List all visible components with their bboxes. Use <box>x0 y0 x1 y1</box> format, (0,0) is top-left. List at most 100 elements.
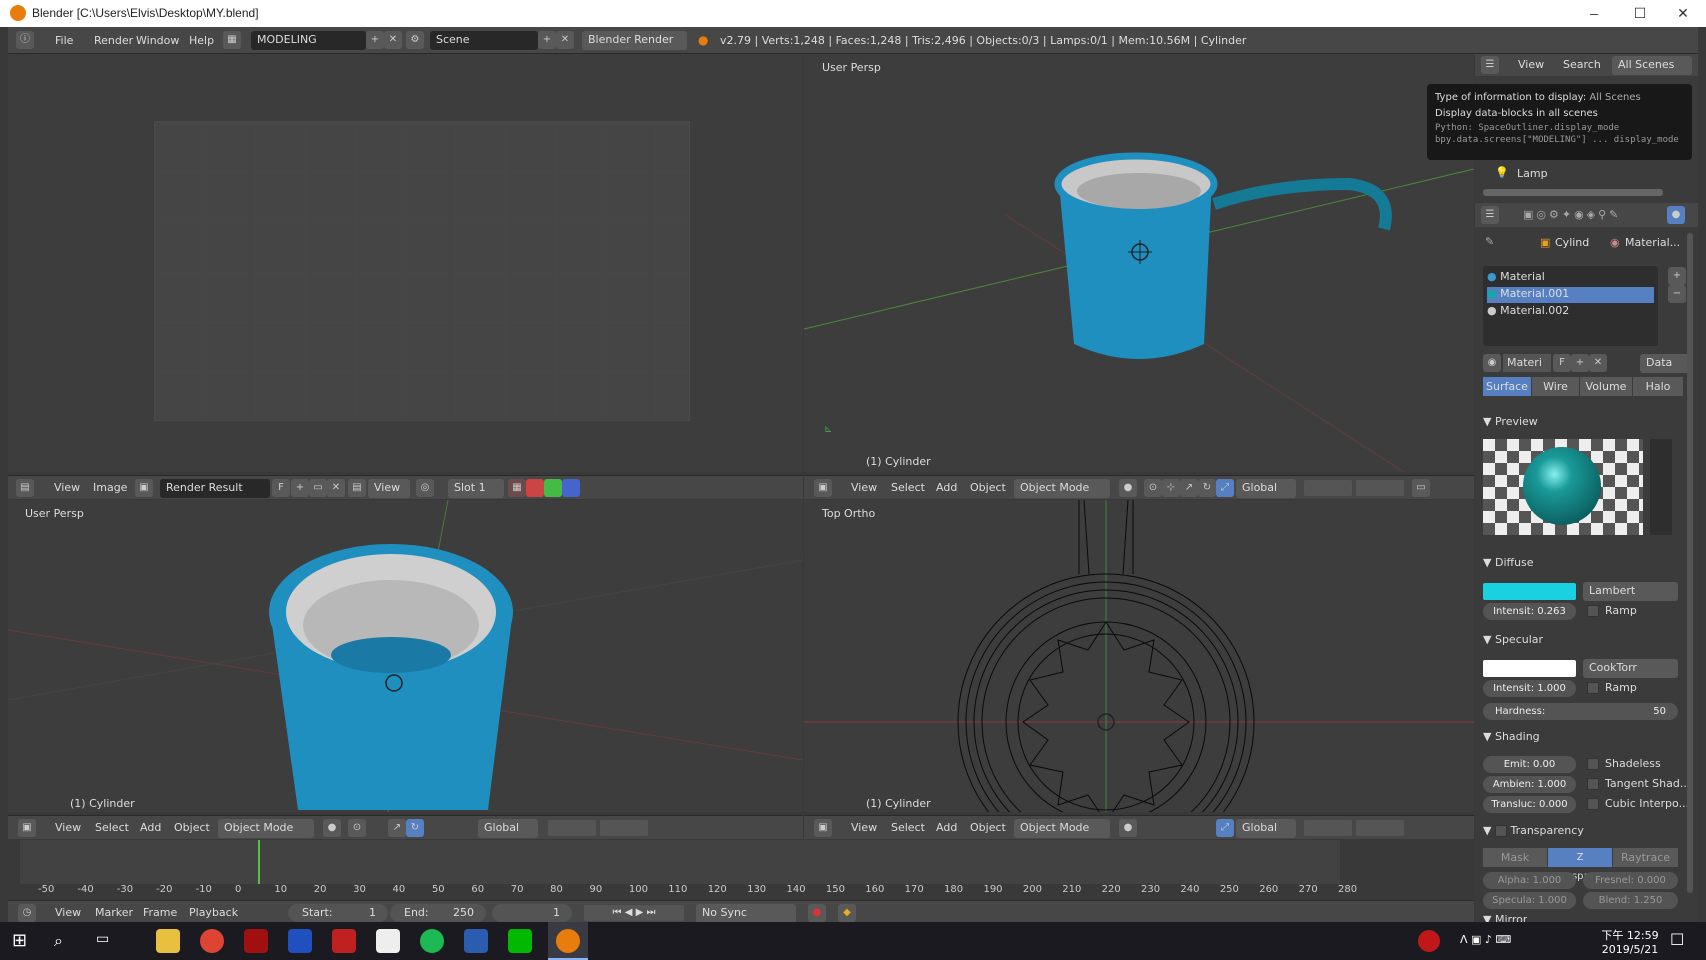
material-browse-icon[interactable]: ◉ <box>1483 354 1501 372</box>
specular-section-header[interactable]: ▼ Specular <box>1483 633 1543 646</box>
mode-select[interactable]: Object Mode <box>218 819 314 838</box>
app-icon[interactable] <box>464 929 488 953</box>
properties-scrollbar[interactable] <box>1687 233 1693 893</box>
layers-grid-2[interactable] <box>600 820 648 836</box>
view-select[interactable]: View <box>368 479 410 498</box>
scale-icon[interactable]: ⤢ <box>1216 819 1234 837</box>
specular-shader-select[interactable]: CookTorr <box>1583 659 1678 678</box>
pivot-icon[interactable]: ⊙ <box>348 819 366 837</box>
preview-type-buttons[interactable] <box>1650 439 1672 535</box>
tray-app-icon[interactable] <box>1418 930 1440 952</box>
menu-image[interactable]: Image <box>93 481 127 494</box>
mode-select[interactable]: Object Mode <box>1014 819 1110 838</box>
menu-window[interactable]: Window <box>136 34 179 47</box>
end-frame-field[interactable]: End: 250 <box>390 904 486 922</box>
shading-icon[interactable]: ● <box>323 819 341 837</box>
ambient-field[interactable]: Ambien: 1.000 <box>1483 776 1576 793</box>
specular-intensity-field[interactable]: Intensit: 1.000 <box>1483 680 1576 697</box>
menu-file[interactable]: File <box>55 34 73 47</box>
transparency-checkbox[interactable] <box>1494 825 1507 837</box>
editor-type-icon[interactable]: ☰ <box>1481 56 1499 74</box>
cubic-interpolation-checkbox[interactable] <box>1587 798 1599 810</box>
channel-green-icon[interactable] <box>544 479 562 497</box>
alpha-field[interactable]: Alpha: 1.000 <box>1483 872 1576 889</box>
line-icon[interactable] <box>508 929 532 953</box>
menu-object[interactable]: Object <box>970 821 1006 834</box>
menu-help[interactable]: Help <box>189 34 214 47</box>
mcafee-icon[interactable] <box>332 929 356 953</box>
chrome-icon[interactable] <box>200 929 224 953</box>
current-frame-marker[interactable] <box>258 840 260 884</box>
tab-mask[interactable]: Mask <box>1483 848 1547 867</box>
clock-date[interactable]: 2019/5/21 <box>1600 943 1660 956</box>
diffuse-shader-select[interactable]: Lambert <box>1583 582 1678 601</box>
viewport-bottom-left[interactable]: User Persp (1) Cylinder <box>8 500 803 812</box>
close-button[interactable]: ✕ <box>1660 0 1706 27</box>
record-icon[interactable]: ● <box>808 904 826 922</box>
tangent-shading-checkbox[interactable] <box>1587 778 1599 790</box>
manipulator-icon[interactable]: ⊹ <box>1162 479 1180 497</box>
channel-red-icon[interactable] <box>526 479 544 497</box>
add-slot-button[interactable]: + <box>1668 267 1686 285</box>
menu-view[interactable]: View <box>1518 58 1544 71</box>
blender-taskbar-button[interactable] <box>548 922 588 960</box>
sync-select[interactable]: No Sync <box>696 904 796 923</box>
menu-add[interactable]: Add <box>140 821 161 834</box>
start-frame-field[interactable]: Start: 1 <box>288 904 388 922</box>
properties-editor[interactable]: ☰ ▣◎⚙✦◉◈⚲✎ ● ✎ ▣ Cylind ◉ Material... ● … <box>1475 203 1698 922</box>
view-mode-icon[interactable]: ▤ <box>348 479 366 497</box>
fresnel-field[interactable]: Fresnel: 0.000 <box>1583 872 1678 889</box>
image-name-field[interactable]: Render Result <box>160 479 270 498</box>
spotify-icon[interactable] <box>420 929 444 953</box>
shading-section-header[interactable]: ▼ Shading <box>1483 730 1540 743</box>
rotate-icon[interactable]: ↻ <box>1198 479 1216 497</box>
menu-marker[interactable]: Marker <box>95 906 133 919</box>
outliner-scrollbar[interactable] <box>1483 189 1663 196</box>
menu-search[interactable]: Search <box>1563 58 1601 71</box>
menu-view[interactable]: View <box>55 906 81 919</box>
context-tabs[interactable]: ▣◎⚙✦◉◈⚲✎ <box>1523 208 1621 221</box>
material-tab-icon[interactable]: ● <box>1667 206 1685 224</box>
windows-start-icon[interactable]: ⊞ <box>12 930 27 951</box>
scene-field[interactable]: Scene <box>430 31 538 50</box>
diffuse-section-header[interactable]: ▼ Diffuse <box>1483 556 1534 569</box>
screen-layout-icon[interactable]: ▦ <box>223 31 241 49</box>
orientation-select[interactable]: Global <box>478 819 538 838</box>
remove-slot-button[interactable]: − <box>1668 285 1686 303</box>
mode-select[interactable]: Object Mode <box>1014 479 1110 498</box>
menu-render[interactable]: Render <box>94 34 133 47</box>
scale-icon[interactable]: ⤢ <box>1216 479 1234 497</box>
remove-layout-button[interactable]: ✕ <box>384 31 402 49</box>
pivot-icon[interactable]: ◎ <box>416 479 434 497</box>
new-image-button[interactable]: + <box>291 479 309 497</box>
translate-icon[interactable]: ↗ <box>1180 479 1198 497</box>
material-slots-list[interactable]: ● Material ● Material.001 ● Material.002 <box>1483 266 1658 346</box>
orientation-select[interactable]: Global <box>1236 479 1296 498</box>
specular-color-swatch[interactable] <box>1483 660 1576 677</box>
screen-layout-field[interactable]: MODELING <box>251 31 366 50</box>
blend-field[interactable]: Blend: 1.250 <box>1583 892 1678 909</box>
channel-rgba-icon[interactable]: ▦ <box>508 479 526 497</box>
menu-view[interactable]: View <box>851 481 877 494</box>
link-data-select[interactable]: Data <box>1640 354 1690 373</box>
menu-select[interactable]: Select <box>95 821 129 834</box>
render-engine-select[interactable]: Blender Render <box>582 31 687 50</box>
diffuse-color-swatch[interactable] <box>1483 583 1576 600</box>
editor-type-icon[interactable]: ▤ <box>16 479 34 497</box>
menu-select[interactable]: Select <box>891 481 925 494</box>
file-explorer-icon[interactable] <box>156 929 180 953</box>
scene-icon[interactable]: ⚙ <box>406 31 424 49</box>
add-layout-button[interactable]: + <box>366 31 384 49</box>
orientation-select[interactable]: Global <box>1236 819 1296 838</box>
fake-user-button[interactable]: F <box>1553 354 1571 372</box>
menu-view[interactable]: View <box>55 821 81 834</box>
tab-halo[interactable]: Halo <box>1633 377 1683 396</box>
tab-surface[interactable]: Surface <box>1483 377 1531 396</box>
material-slot-active[interactable]: ● Material.001 <box>1487 287 1654 303</box>
remove-scene-button[interactable]: ✕ <box>556 31 574 49</box>
specular-ramp-checkbox[interactable] <box>1587 682 1599 694</box>
menu-frame[interactable]: Frame <box>143 906 177 919</box>
specular-alpha-field[interactable]: Specula: 1.000 <box>1483 892 1576 909</box>
mail-icon[interactable] <box>376 929 400 953</box>
fake-user-button[interactable]: F <box>272 479 290 497</box>
